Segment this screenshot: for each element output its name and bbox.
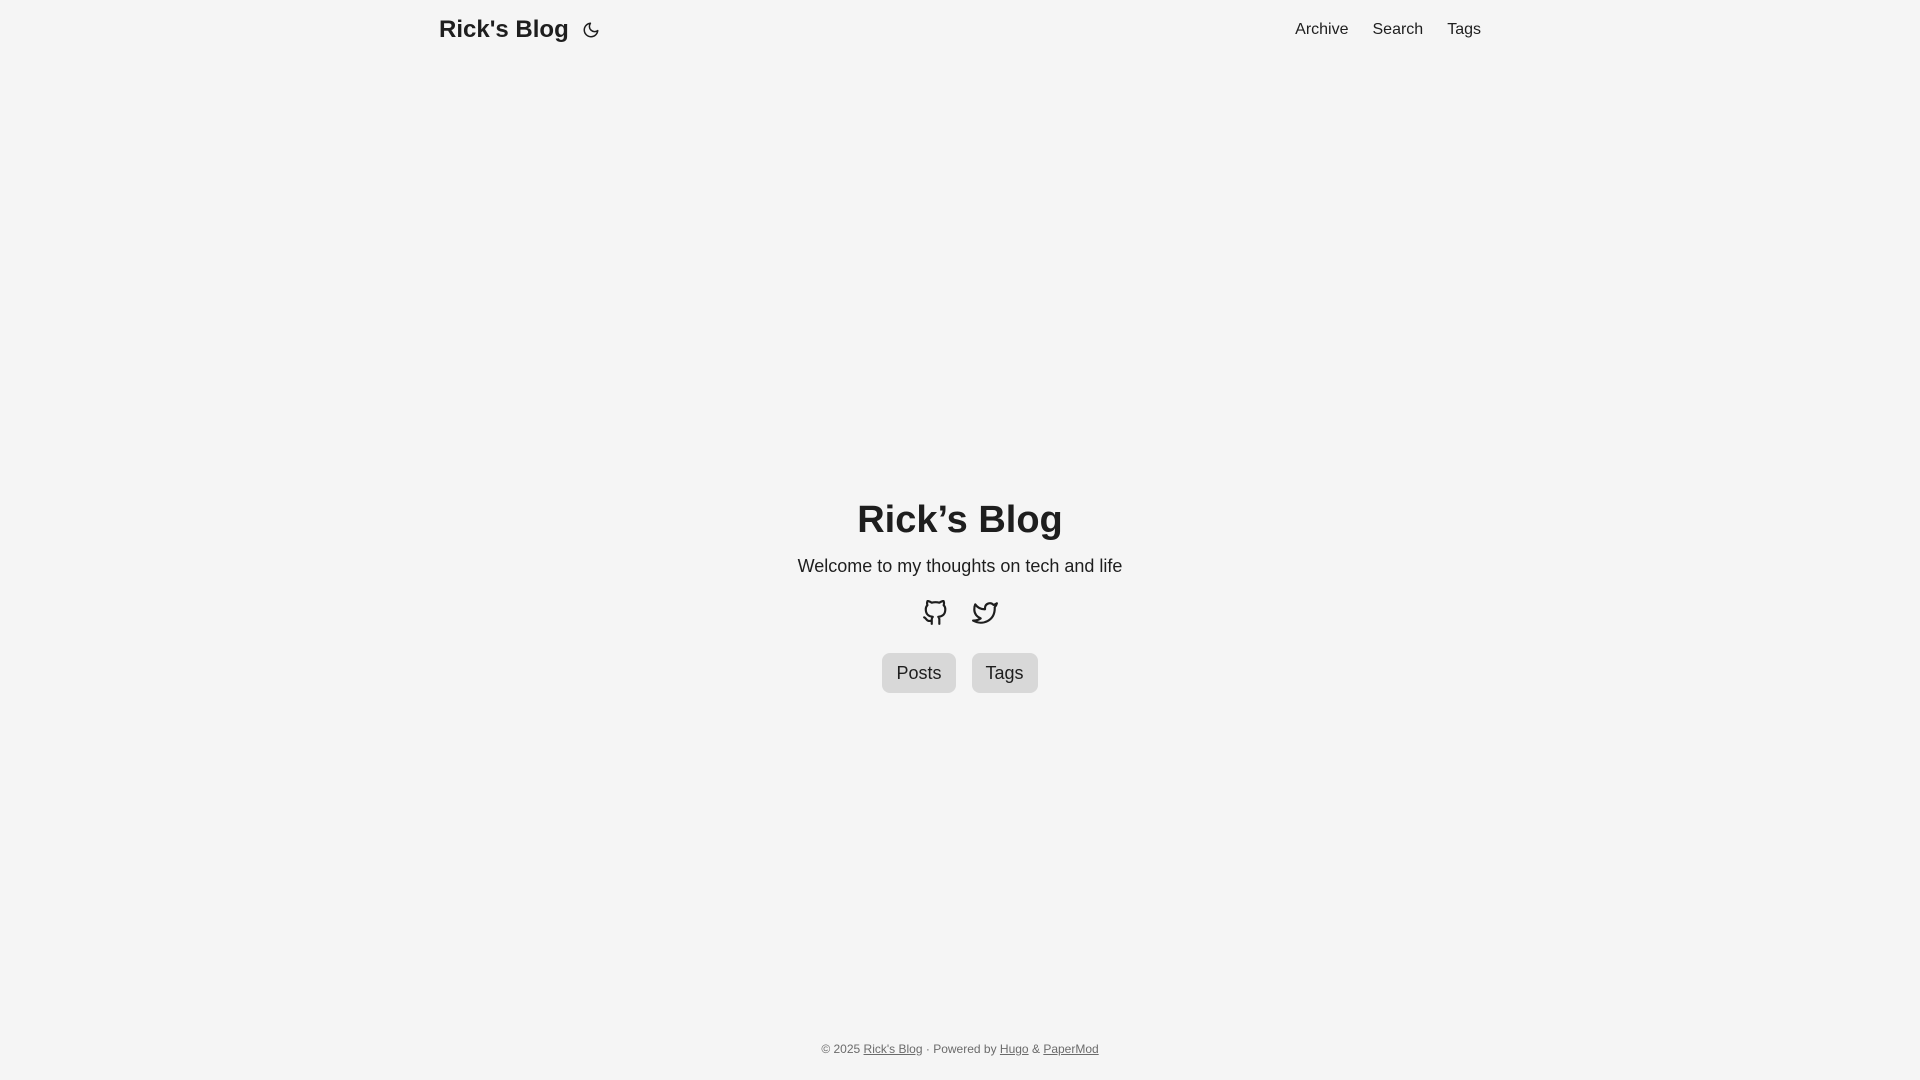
footer-copyright: © 2025 bbox=[821, 1042, 861, 1056]
footer-hugo-link[interactable]: Hugo bbox=[1000, 1042, 1029, 1056]
nav-link-search[interactable]: Search bbox=[1373, 21, 1424, 39]
github-icon[interactable] bbox=[921, 599, 949, 627]
hero-subtitle: Welcome to my thoughts on tech and life bbox=[797, 555, 1123, 576]
hero-buttons: Posts Tags bbox=[882, 652, 1038, 693]
main-nav: Archive Search Tags bbox=[1295, 21, 1481, 39]
nav-link-tags[interactable]: Tags bbox=[1447, 21, 1481, 39]
home-info: Rick’s Blog Welcome to my thoughts on te… bbox=[0, 499, 1920, 693]
page: Rick's Blog Archive Search Tags Rick’s B… bbox=[0, 0, 1920, 1080]
footer-amp: & bbox=[1031, 1042, 1040, 1056]
site-logo-link[interactable]: Rick's Blog bbox=[439, 18, 569, 42]
moon-icon[interactable] bbox=[581, 20, 601, 40]
footer-separator: · bbox=[925, 1042, 930, 1056]
social-icons bbox=[921, 599, 999, 627]
twitter-icon[interactable] bbox=[971, 599, 999, 627]
site-header: Rick's Blog Archive Search Tags bbox=[439, 0, 1481, 60]
tags-button[interactable]: Tags bbox=[971, 652, 1038, 693]
logo-switches: Rick's Blog bbox=[439, 18, 601, 42]
footer-powered-by: Powered by bbox=[933, 1042, 997, 1056]
hero-title: Rick’s Blog bbox=[857, 499, 1063, 541]
footer-site-link[interactable]: Rick's Blog bbox=[864, 1042, 923, 1056]
site-footer: © 2025 Rick's Blog · Powered by Hugo & P… bbox=[0, 1042, 1920, 1056]
footer-papermod-link[interactable]: PaperMod bbox=[1043, 1042, 1098, 1056]
posts-button[interactable]: Posts bbox=[882, 652, 956, 693]
nav-link-archive[interactable]: Archive bbox=[1295, 21, 1348, 39]
